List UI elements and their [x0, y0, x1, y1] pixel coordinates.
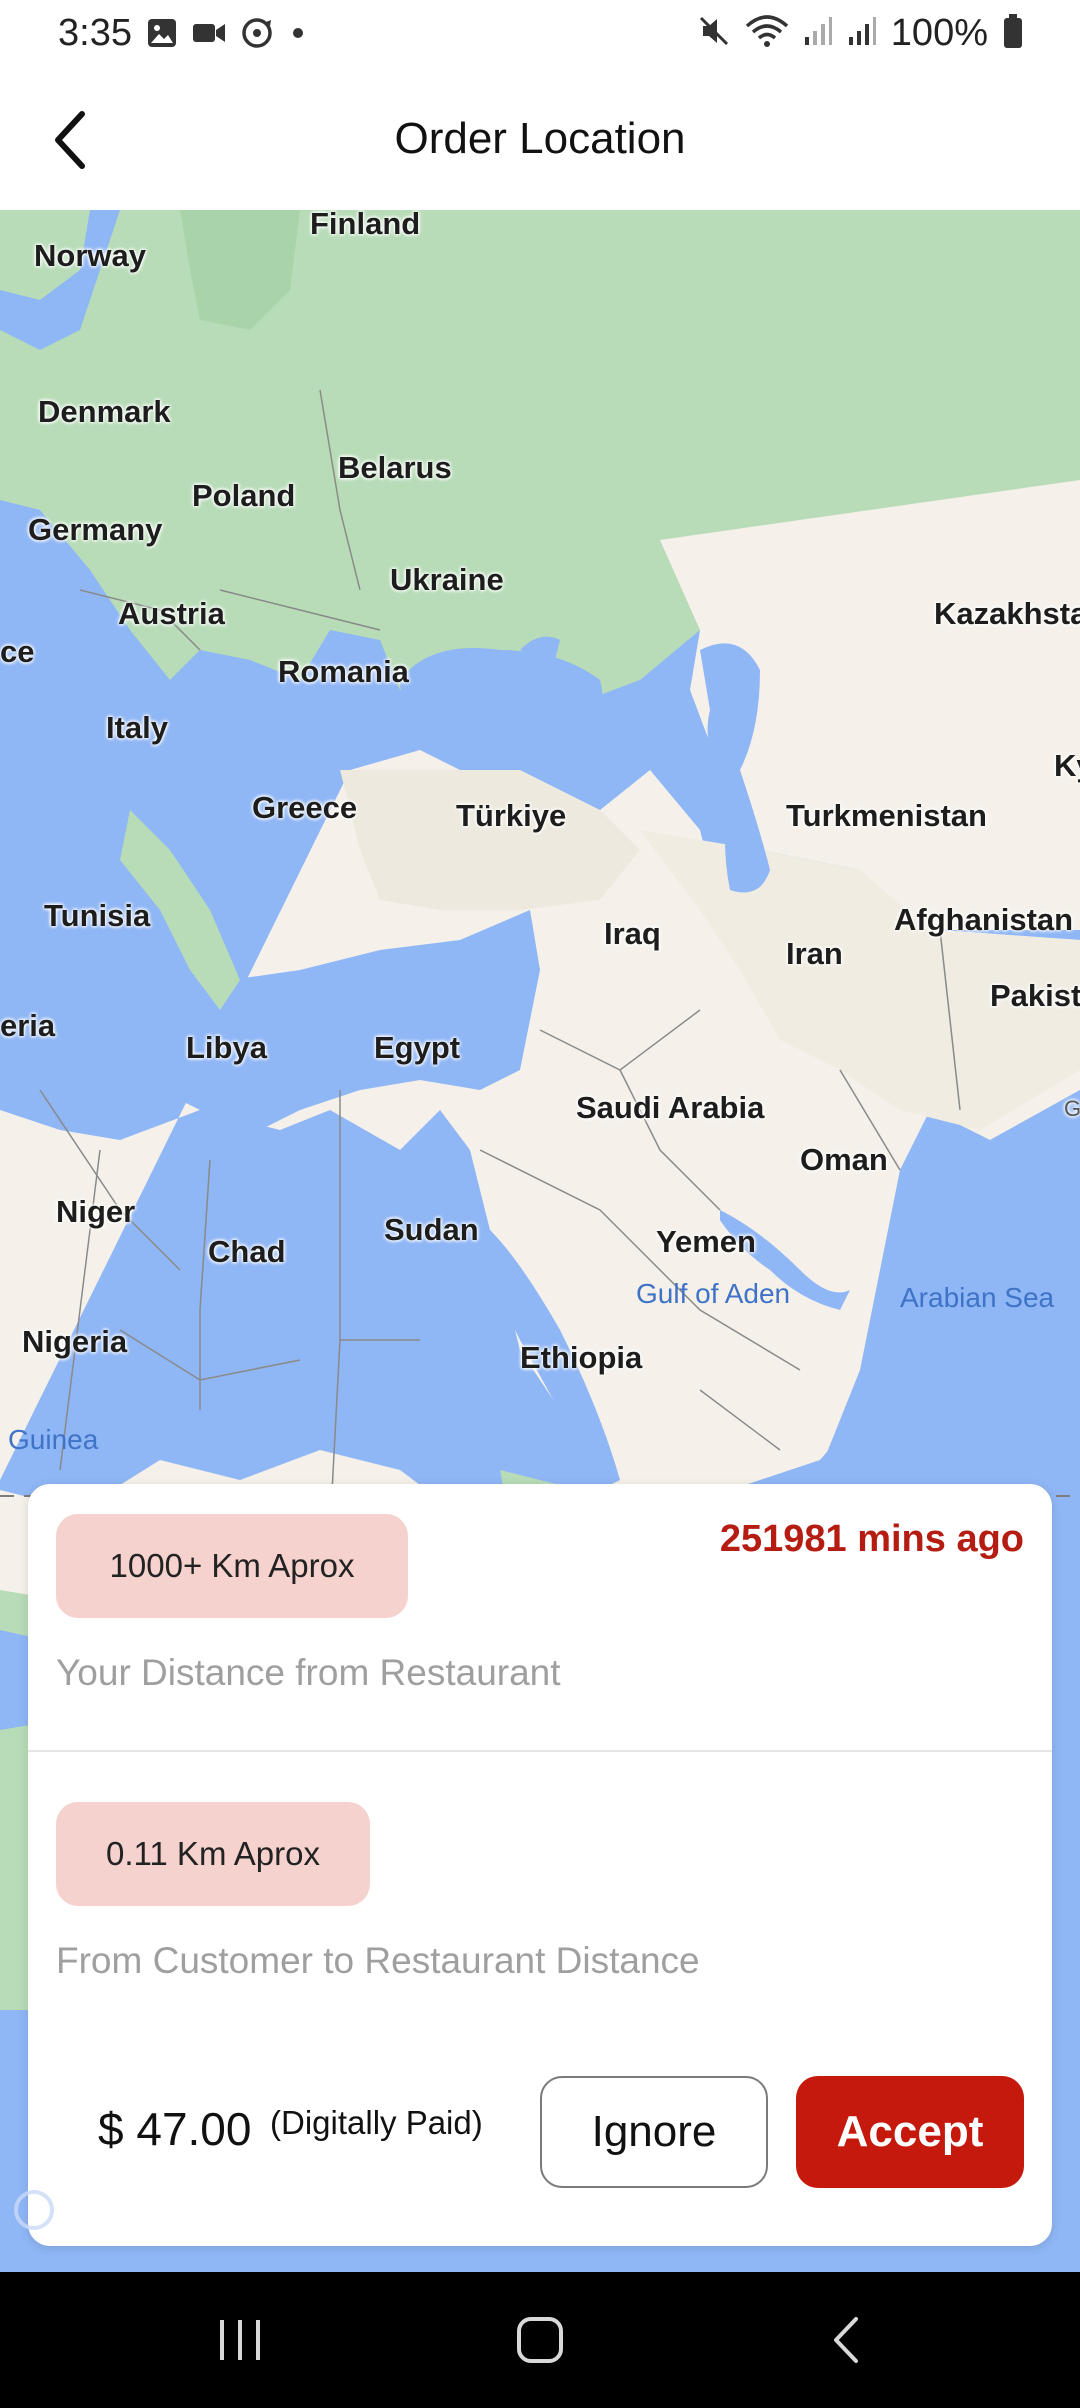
map-label-pakistan: Pakist — [990, 978, 1080, 1013]
map-label-afghanistan: Afghanistan — [894, 902, 1074, 937]
map-label-romania: Romania — [278, 654, 409, 689]
status-bar: 3:35 100% — [0, 0, 1080, 70]
battery-icon — [1002, 13, 1024, 54]
map-label-ukraine: Ukraine — [390, 562, 504, 597]
dot-icon — [288, 23, 308, 48]
video-camera-icon — [192, 19, 226, 52]
ignore-button[interactable]: Ignore — [540, 2076, 768, 2188]
back-icon — [834, 2317, 858, 2363]
map-label-india: G — [1064, 1096, 1080, 1121]
image-icon — [146, 17, 178, 54]
mute-icon — [697, 14, 731, 53]
map-label-saudi-arabia: Saudi Arabia — [576, 1090, 765, 1125]
wifi-icon — [745, 14, 789, 53]
map-label-germany: Germany — [28, 512, 163, 547]
system-nav-bar — [0, 2272, 1080, 2408]
distance-caption: Your Distance from Restaurant — [56, 1652, 561, 1693]
map-label-sudan: Sudan — [384, 1212, 479, 1247]
recent-apps-button[interactable] — [200, 2310, 280, 2370]
map-logo-icon — [14, 2190, 54, 2230]
customer-distance-caption: From Customer to Restaurant Distance — [56, 1940, 700, 1981]
map-label-denmark: Denmark — [38, 394, 171, 429]
battery-percentage: 100% — [890, 12, 988, 54]
accept-button[interactable]: Accept — [796, 2076, 1024, 2188]
recent-apps-icon — [220, 2320, 260, 2360]
map-label-nigeria: Nigeria — [22, 1324, 128, 1359]
order-card: 1000+ Km Aprox 251981 mins ago Your Dist… — [28, 1484, 1052, 2246]
map-label-greece: Greece — [252, 790, 358, 825]
map-label-belarus: Belarus — [338, 450, 452, 485]
map-label-norway: Norway — [34, 238, 146, 273]
home-button[interactable] — [500, 2310, 580, 2370]
status-time: 3:35 — [58, 12, 132, 54]
customer-distance-pill: 0.11 Km Aprox — [56, 1802, 370, 1906]
payment-note: (Digitally Paid) — [270, 2104, 483, 2141]
order-price: $ 47.00 — [98, 2103, 252, 2155]
app-header: Order Location — [0, 70, 1080, 210]
map-label-turkmenistan: Turkmenistan — [786, 798, 987, 833]
map-label-iraq: Iraq — [604, 916, 661, 951]
page-title: Order Location — [394, 114, 686, 163]
map-label-niger: Niger — [56, 1194, 136, 1229]
map-label-kyrgyz: Ky — [1054, 748, 1080, 783]
map-label-france: ce — [0, 634, 35, 669]
signal-icon — [847, 15, 877, 52]
signal-icon — [803, 15, 833, 52]
system-back-button[interactable] — [806, 2310, 886, 2370]
map-label-libya: Libya — [186, 1030, 267, 1065]
status-left-icons — [146, 16, 308, 55]
home-icon — [517, 2317, 563, 2363]
map-label-poland: Poland — [192, 478, 296, 513]
map-label-turkiye: Türkiye — [456, 798, 567, 833]
card-divider — [28, 1750, 1052, 1752]
map-label-arabian-sea: Arabian Sea — [900, 1282, 1055, 1313]
map-label-italy: Italy — [106, 710, 169, 745]
map-label-egypt: Egypt — [374, 1030, 461, 1065]
map-label-guinea: Guinea — [8, 1424, 99, 1455]
map-label-tunisia: Tunisia — [44, 898, 151, 933]
map-label-algeria: eria — [0, 1008, 56, 1043]
map-label-kazakhstan: Kazakhsta — [934, 596, 1080, 631]
map-label-ethiopia: Ethiopia — [520, 1340, 643, 1375]
map-label-chad: Chad — [208, 1234, 286, 1269]
map-label-oman: Oman — [800, 1142, 888, 1177]
status-right: 100% — [697, 12, 1024, 55]
distance-pill: 1000+ Km Aprox — [56, 1514, 408, 1618]
order-time-ago: 251981 mins ago — [719, 1518, 1024, 1560]
map-label-finland: Finland — [310, 210, 421, 241]
map-label-iran: Iran — [786, 936, 843, 971]
map-label-yemen: Yemen — [656, 1224, 756, 1259]
map-label-austria: Austria — [118, 596, 225, 631]
map-label-gulf-of-aden: Gulf of Aden — [636, 1278, 791, 1309]
sync-icon — [240, 16, 274, 55]
